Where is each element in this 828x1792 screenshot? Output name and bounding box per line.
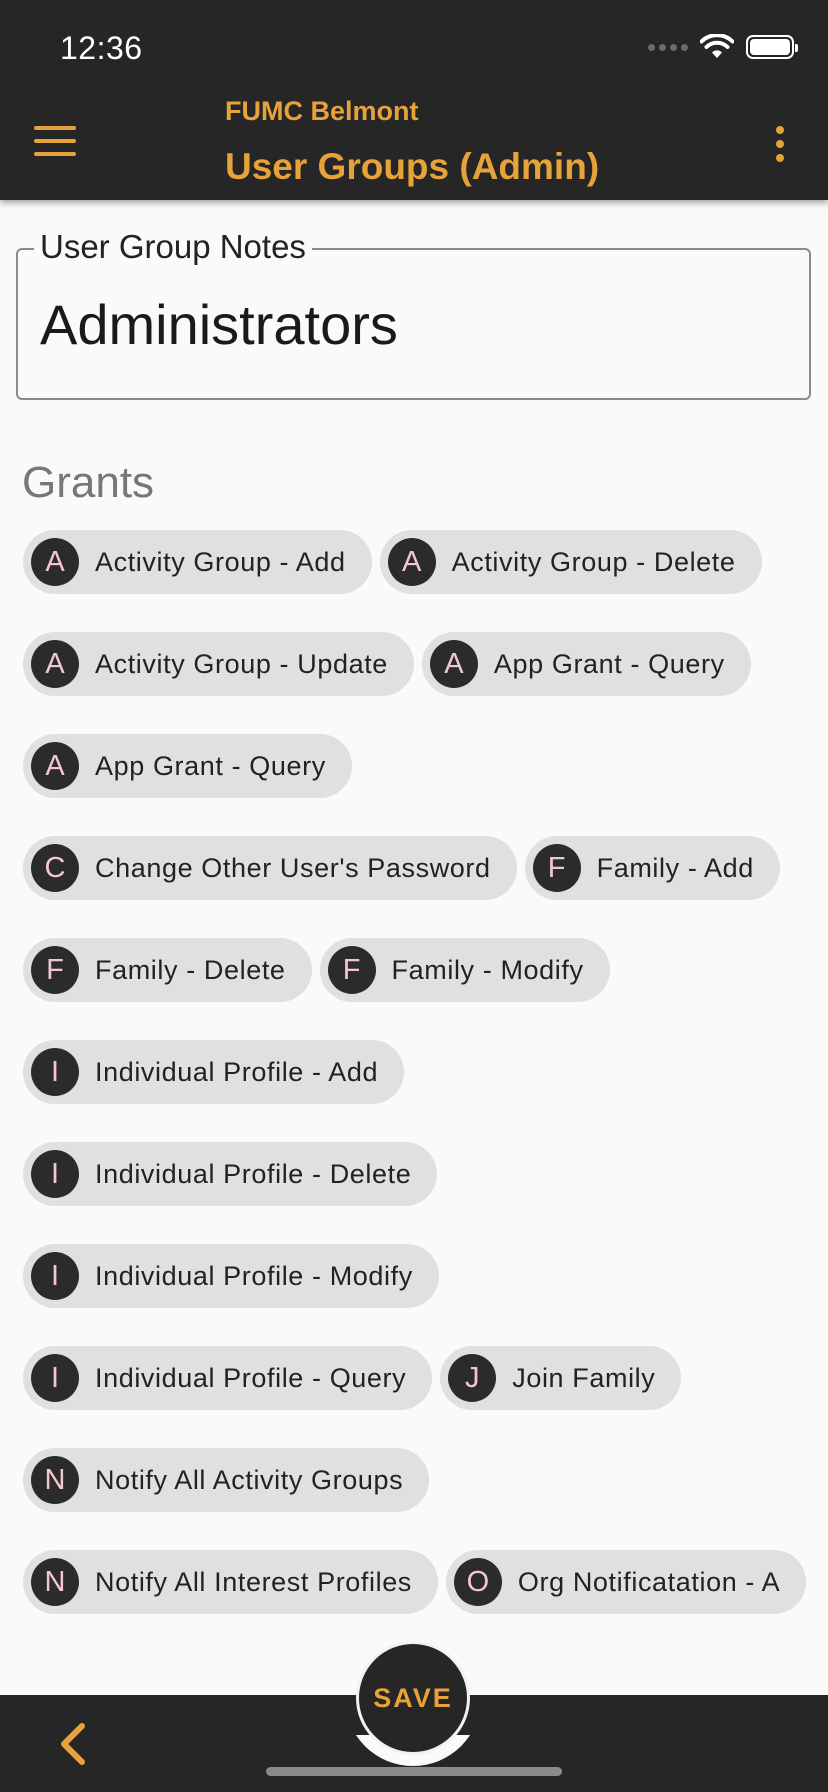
notes-field-label: User Group Notes — [34, 228, 312, 266]
grant-chip-label: Individual Profile - Query — [95, 1362, 407, 1393]
chevron-left-icon[interactable] — [56, 1722, 92, 1766]
grant-chip-avatar: I — [31, 1354, 79, 1402]
grant-chip-avatar: A — [31, 742, 79, 790]
grant-chip-label: Activity Group - Update — [95, 648, 388, 679]
grant-chip-label: Individual Profile - Add — [95, 1056, 379, 1087]
page-title: User Groups (Admin) — [225, 146, 600, 187]
grant-chip[interactable]: I Individual Profile - Add — [23, 1040, 405, 1104]
grant-chip[interactable]: J Join Family — [440, 1346, 682, 1410]
grant-chip-label: Family - Add — [596, 852, 754, 883]
grants-chip-list: A Activity Group - Add A Activity Group - D… — [23, 530, 813, 1614]
grant-chip[interactable]: O Org Notificatation - A — [445, 1550, 807, 1614]
grant-chip[interactable]: A Activity Group - Add — [23, 530, 372, 594]
grants-heading: Grants — [22, 458, 155, 507]
grant-chip-label: App Grant - Query — [493, 648, 725, 679]
grant-chip-label: Org Notificatation - A — [517, 1566, 781, 1597]
grant-chip-avatar: A — [31, 538, 79, 586]
grant-chip-avatar: A — [31, 640, 79, 688]
grant-chip-label: Change Other User's Password — [95, 852, 491, 883]
grant-chip-avatar: N — [31, 1456, 79, 1504]
grant-chip-label: Individual Profile - Delete — [95, 1158, 412, 1189]
grant-chip-avatar: I — [31, 1048, 79, 1096]
grant-chip[interactable]: F Family - Add — [524, 836, 780, 900]
home-indicator — [266, 1767, 562, 1776]
grant-chip[interactable]: I Individual Profile - Modify — [23, 1244, 439, 1308]
grant-chip[interactable]: N Notify All Activity Groups — [23, 1448, 430, 1512]
grant-chip[interactable]: I Individual Profile - Delete — [23, 1142, 438, 1206]
grant-chip-avatar: N — [31, 1558, 79, 1606]
grant-chip-label: App Grant - Query — [95, 750, 326, 781]
grant-chip-avatar: A — [387, 538, 436, 586]
grant-chip[interactable]: I Individual Profile - Query — [23, 1346, 433, 1410]
user-group-notes-field[interactable]: User Group Notes Administrators — [16, 228, 811, 400]
overflow-menu-button[interactable] — [772, 126, 788, 162]
grant-chip-label: Family - Delete — [95, 954, 286, 985]
grant-chip-avatar: C — [31, 844, 79, 892]
status-time: 12:36 — [60, 30, 143, 66]
wifi-icon — [700, 34, 734, 58]
grant-chip[interactable]: C Change Other User's Password — [23, 836, 517, 900]
save-button[interactable]: SAVE — [356, 1641, 470, 1755]
grant-chip-label: Activity Group - Add — [95, 546, 346, 577]
grant-chip-avatar: F — [31, 946, 79, 994]
grant-chip-label: Join Family — [512, 1362, 656, 1393]
grant-chip-avatar: A — [429, 640, 478, 688]
menu-button[interactable] — [34, 126, 76, 156]
hamburger-menu-icon — [34, 126, 76, 130]
app-bar: 12:36 FUMC Belmont User Groups (Admin) — [0, 0, 828, 200]
notes-field-value[interactable]: Administrators — [40, 292, 398, 357]
battery-icon — [746, 35, 798, 59]
grant-chip[interactable]: A Activity Group - Delete — [379, 530, 762, 594]
grant-chip[interactable]: F Family - Delete — [23, 938, 312, 1002]
cellular-signal-icon — [648, 43, 688, 51]
grant-chip[interactable]: A App Grant - Query — [23, 734, 352, 798]
grant-chip-label: Notify All Activity Groups — [95, 1464, 404, 1495]
grant-chip-label: Notify All Interest Profiles — [95, 1566, 412, 1597]
grant-chip-avatar: F — [532, 844, 581, 892]
grant-chip-avatar: F — [327, 946, 376, 994]
grant-chip-avatar: I — [31, 1252, 79, 1300]
grant-chip[interactable]: N Notify All Interest Profiles — [23, 1550, 438, 1614]
grant-chip-avatar: O — [453, 1558, 502, 1606]
grant-chip[interactable]: F Family - Modify — [319, 938, 610, 1002]
grant-chip-label: Family - Modify — [391, 954, 584, 985]
grant-chip-avatar: J — [448, 1354, 497, 1402]
grant-chip-avatar: I — [31, 1150, 79, 1198]
status-icons — [648, 34, 798, 60]
grant-chip-label: Individual Profile - Modify — [95, 1260, 413, 1291]
grant-chip-label: Activity Group - Delete — [451, 546, 736, 577]
app-subtitle: FUMC Belmont — [225, 96, 419, 126]
grant-chip[interactable]: A App Grant - Query — [421, 632, 751, 696]
vertical-dots-icon — [776, 126, 784, 134]
grant-chip[interactable]: A Activity Group - Update — [23, 632, 414, 696]
